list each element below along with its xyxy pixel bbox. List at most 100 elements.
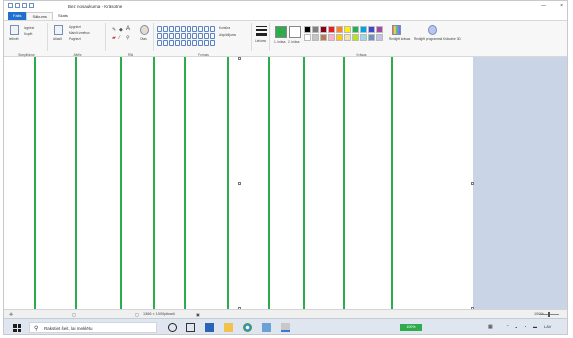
palette-swatch[interactable] <box>360 26 367 33</box>
palette-swatch[interactable] <box>376 34 383 41</box>
redo-icon[interactable] <box>29 3 34 8</box>
resize-label[interactable]: Mainīt izmērus <box>69 31 90 35</box>
palette-swatch[interactable] <box>352 26 359 33</box>
pencil-icon[interactable]: ✎ <box>112 27 116 33</box>
taskbar-search-box[interactable]: ⚲ Rakstiet šeit, lai meklētu <box>29 322 157 333</box>
color-palette[interactable] <box>304 26 383 41</box>
windows-start-icon[interactable] <box>13 324 21 332</box>
network-icon[interactable]: ◒ <box>515 324 517 329</box>
palette-swatch[interactable] <box>376 26 383 33</box>
shapes-gallery[interactable] <box>157 26 215 46</box>
battery-icon[interactable]: ▬ <box>533 324 537 329</box>
rounded-rectangle-shape-icon[interactable] <box>180 26 186 32</box>
color1-swatch[interactable] <box>275 26 287 38</box>
left-arrow-shape-icon[interactable] <box>168 33 174 39</box>
pentagon-shape-icon[interactable] <box>210 26 215 32</box>
canvas-resize-handle[interactable] <box>238 57 241 60</box>
right-arrow-shape-icon[interactable] <box>162 33 168 39</box>
volume-icon[interactable]: ◔ <box>524 324 526 329</box>
shape-icon-28[interactable] <box>198 40 204 46</box>
palette-swatch[interactable] <box>368 26 375 33</box>
drawing-canvas[interactable] <box>4 57 474 310</box>
palette-swatch[interactable] <box>336 26 343 33</box>
down-arrow-shape-icon[interactable] <box>180 33 186 39</box>
size-lines-icon[interactable] <box>256 26 267 36</box>
select-icon[interactable] <box>54 25 63 35</box>
oval-callout-shape-icon[interactable] <box>210 33 215 39</box>
shape-icon-25[interactable] <box>180 40 186 46</box>
outline-button[interactable]: Kontūra <box>219 26 230 30</box>
up-arrow-shape-icon[interactable] <box>174 33 180 39</box>
oval-shape-icon[interactable] <box>168 26 174 32</box>
paint3d-label[interactable]: Rediģēt programmā Krāsotne 3D <box>414 37 461 41</box>
line-shape-icon[interactable] <box>157 26 162 32</box>
paste-icon[interactable] <box>10 25 19 35</box>
language-indicator[interactable]: LAV <box>544 324 551 329</box>
palette-swatch[interactable] <box>344 26 351 33</box>
five-point-star-shape-icon[interactable] <box>192 33 198 39</box>
zoom-slider-thumb[interactable] <box>548 312 550 317</box>
shape-icon-26[interactable] <box>186 40 192 46</box>
color2-swatch[interactable] <box>289 26 301 38</box>
keyboard-icon[interactable]: ▦ <box>488 324 493 330</box>
color2-label[interactable]: 2. krāsa <box>288 40 299 44</box>
undo-icon[interactable] <box>22 3 27 8</box>
palette-swatch[interactable] <box>344 34 351 41</box>
fill-button[interactable]: Aizpildījums <box>219 33 236 37</box>
tab-home[interactable]: Sākums <box>26 12 53 20</box>
edit-colors-label[interactable]: Rediģēt krāsas <box>389 37 410 41</box>
brushes-label[interactable]: Otas <box>140 37 147 41</box>
edit-colors-icon[interactable] <box>392 25 401 35</box>
minimize-button[interactable]: — <box>541 3 546 9</box>
tab-view[interactable]: Skats <box>53 12 73 20</box>
palette-swatch[interactable] <box>328 26 335 33</box>
palette-swatch[interactable] <box>304 26 311 33</box>
six-point-star-shape-icon[interactable] <box>198 33 204 39</box>
fill-icon[interactable]: ◆ <box>119 27 123 33</box>
tab-file[interactable]: Fails <box>8 12 27 20</box>
canvas-resize-handle[interactable] <box>238 182 241 185</box>
cortana-icon[interactable] <box>168 323 177 332</box>
save-icon[interactable] <box>15 3 20 8</box>
palette-swatch[interactable] <box>320 26 327 33</box>
eraser-icon[interactable]: ▰ <box>112 35 116 41</box>
select-label[interactable]: Atlasīt <box>53 37 62 41</box>
heart-shape-icon[interactable] <box>162 40 168 46</box>
triangle-shape-icon[interactable] <box>192 26 198 32</box>
shape-icon-30[interactable] <box>210 40 215 46</box>
cloud-callout-shape-icon[interactable] <box>157 40 162 46</box>
text-icon[interactable]: A <box>126 26 130 32</box>
polygon-shape-icon[interactable] <box>186 26 192 32</box>
palette-swatch[interactable] <box>352 34 359 41</box>
size-label[interactable]: Lielums <box>255 39 266 43</box>
chrome-icon[interactable] <box>243 323 252 332</box>
file-explorer-icon[interactable] <box>224 323 233 332</box>
palette-swatch[interactable] <box>312 26 319 33</box>
copy-label[interactable]: Kopēt <box>24 32 32 36</box>
palette-swatch[interactable] <box>320 34 327 41</box>
shape-icon-24[interactable] <box>174 40 180 46</box>
close-button[interactable]: × <box>560 3 563 9</box>
palette-swatch[interactable] <box>336 34 343 41</box>
lightning-shape-icon[interactable] <box>168 40 174 46</box>
task-view-icon[interactable] <box>186 323 195 332</box>
crop-label[interactable]: Apgriezt <box>69 25 81 29</box>
magnifier-icon[interactable]: ⚲ <box>126 35 130 41</box>
palette-swatch[interactable] <box>312 34 319 41</box>
rotate-label[interactable]: Pagriezt <box>69 37 81 41</box>
shape-icon-29[interactable] <box>204 40 210 46</box>
color-picker-icon[interactable]: ⁄ <box>119 35 120 41</box>
palette-swatch[interactable] <box>360 34 367 41</box>
paint3d-icon[interactable] <box>428 25 437 35</box>
brushes-icon[interactable] <box>140 25 149 35</box>
curve-shape-icon[interactable] <box>162 26 168 32</box>
diamond-shape-icon[interactable] <box>204 26 210 32</box>
cut-label[interactable]: Izgriezt <box>24 26 34 30</box>
rectangle-shape-icon[interactable] <box>174 26 180 32</box>
rounded-callout-shape-icon[interactable] <box>204 33 210 39</box>
palette-swatch[interactable] <box>328 34 335 41</box>
shape-icon-27[interactable] <box>192 40 198 46</box>
hexagon-shape-icon[interactable] <box>157 33 162 39</box>
right-triangle-shape-icon[interactable] <box>198 26 204 32</box>
palette-swatch[interactable] <box>368 34 375 41</box>
